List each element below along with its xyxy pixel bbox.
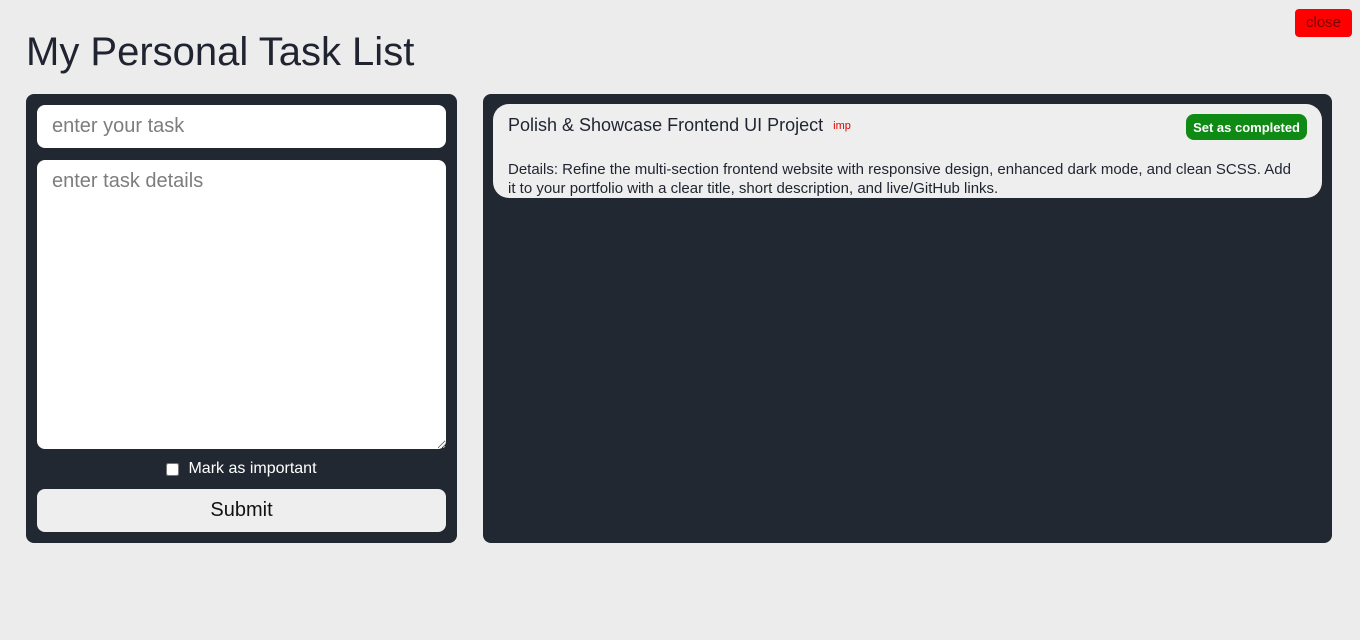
- important-checkbox[interactable]: [166, 462, 180, 476]
- task-details: Details: Refine the multi-section fronte…: [508, 161, 1291, 197]
- page-title: My Personal Task List: [26, 30, 415, 74]
- set-completed-button[interactable]: Set as completed: [1186, 114, 1307, 140]
- task-input[interactable]: [37, 105, 446, 148]
- task-form-panel: Mark as important Submit: [26, 94, 457, 543]
- close-button[interactable]: close: [1295, 9, 1352, 37]
- task-card: Polish & Showcase Frontend UI Project imp…: [493, 104, 1322, 198]
- task-list-panel: Polish & Showcase Frontend UI Project imp…: [483, 94, 1332, 543]
- important-label[interactable]: Mark as important: [188, 460, 316, 478]
- task-app: close My Personal Task List Mark as impo…: [0, 0, 1360, 640]
- important-tag: imp: [833, 120, 851, 133]
- task-title-row: Polish & Showcase Frontend UI Project imp: [508, 114, 851, 137]
- submit-button[interactable]: Submit: [37, 489, 446, 532]
- task-details-input[interactable]: [37, 160, 446, 449]
- task-title: Polish & Showcase Frontend UI Project: [508, 115, 824, 135]
- important-option: Mark as important: [26, 459, 457, 479]
